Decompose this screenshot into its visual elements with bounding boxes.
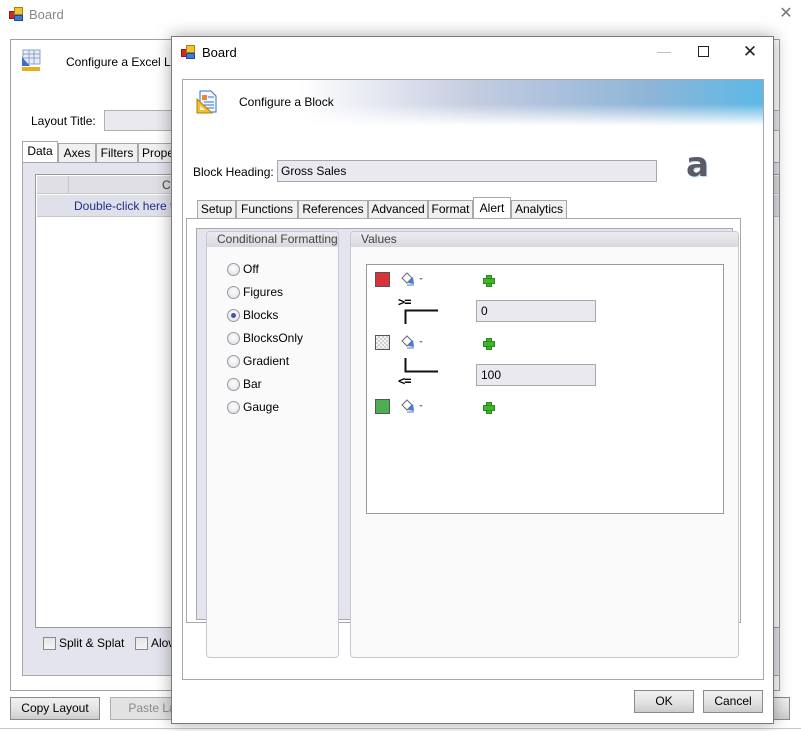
fill-color-dropdown-icon[interactable] [400,272,426,286]
tab-alert[interactable]: Alert [473,197,511,219]
divider [0,728,801,729]
radio-button[interactable] [227,263,240,276]
tab-references[interactable]: References [298,200,368,218]
background-close-button[interactable]: ✕ [776,4,796,24]
app-icon [9,7,23,21]
copy-layout-button[interactable]: Copy Layout [10,697,100,720]
tab-functions[interactable]: Functions [236,200,298,218]
split-splat-label: Split & Splat [59,636,125,650]
ok-button[interactable]: OK [634,690,694,713]
radio-label: Blocks [243,308,279,322]
tab-setup[interactable]: Setup [197,200,236,218]
radio-button[interactable] [227,355,240,368]
app-icon [181,45,195,59]
fill-color-dropdown-icon[interactable] [400,399,426,413]
radio-button-selected[interactable] [227,309,240,322]
add-threshold-icon[interactable] [483,338,495,350]
radio-label: Gradient [243,354,290,368]
values-editor: >= 0 <= 100 [366,264,724,514]
radio-label: Off [243,262,259,276]
configure-block-dialog: Board — ✕ Configure a Block Block Headin… [171,36,774,724]
operator-lte: <= [398,374,411,388]
add-threshold-icon[interactable] [483,275,495,287]
excel-layout-icon [22,49,41,71]
radio-button[interactable] [227,286,240,299]
radio-button[interactable] [227,401,240,414]
dialog-title: Board [202,45,237,60]
bg-tab-axes[interactable]: Axes [58,143,96,163]
color-swatch-transparent[interactable] [375,335,390,350]
radio-label: Gauge [243,400,280,414]
threshold-max-input[interactable]: 100 [476,364,596,386]
tab-advanced[interactable]: Advanced [368,200,428,218]
tab-analytics[interactable]: Analytics [511,200,567,218]
range-start-bracket [404,309,438,324]
tab-format[interactable]: Format [428,200,473,218]
minimize-button[interactable]: — [652,41,676,63]
close-button[interactable]: ✕ [738,40,762,64]
range-end-bracket [404,358,438,373]
add-threshold-icon[interactable] [483,402,495,414]
bg-tab-data[interactable]: Data [22,141,58,163]
block-heading-label: Block Heading: [193,165,274,179]
radio-label: Figures [243,285,284,299]
threshold-min-input[interactable]: 0 [476,300,596,322]
maximize-button[interactable] [698,46,709,57]
color-swatch-red[interactable] [375,272,390,287]
values-group: Values >= 0 <= 100 [350,231,739,658]
split-splat-checkbox[interactable] [43,637,56,650]
background-titlebar: Board ✕ [0,0,801,30]
background-window-title: Board [29,7,64,22]
dialog-header-text: Configure a Block [239,95,334,109]
radio-label: BlocksOnly [243,331,304,345]
radio-button[interactable] [227,332,240,345]
radio-label: Bar [243,377,262,391]
block-document-icon [196,90,217,114]
cancel-button[interactable]: Cancel [703,690,763,713]
block-heading-input[interactable]: Gross Sales [277,160,657,182]
values-title: Values [351,232,738,247]
fill-color-dropdown-icon[interactable] [400,335,426,349]
color-swatch-green[interactable] [375,399,390,414]
conditional-formatting-group: Conditional Formatting Off Figures Block… [206,231,339,658]
brand-logo-icon: a [686,145,709,185]
allow-checkbox[interactable] [135,637,148,650]
bg-tab-filters[interactable]: Filters [96,143,138,163]
radio-button[interactable] [227,378,240,391]
layout-title-label: Layout Title: [31,114,96,128]
conditional-formatting-title: Conditional Formatting [207,232,338,247]
operator-gte: >= [398,295,411,309]
